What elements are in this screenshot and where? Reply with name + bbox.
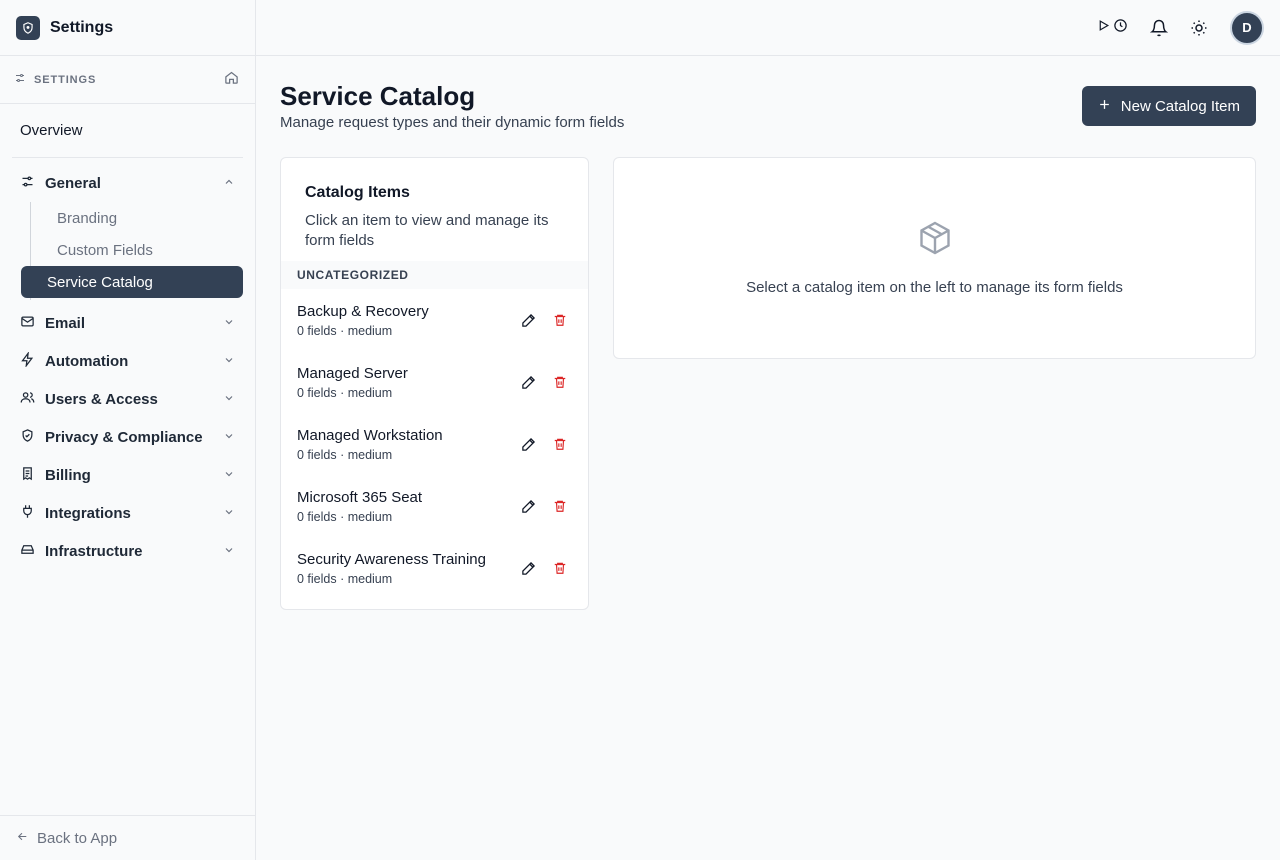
user-avatar[interactable]: D bbox=[1230, 10, 1264, 45]
arrow-left-icon bbox=[16, 830, 29, 847]
sliders-icon bbox=[20, 174, 35, 193]
panels: Catalog Items Click an item to view and … bbox=[280, 157, 1256, 610]
chevron-down-icon bbox=[223, 543, 235, 560]
pencil-icon[interactable] bbox=[520, 374, 536, 390]
catalog-items-card: Catalog Items Click an item to view and … bbox=[280, 157, 589, 610]
chevron-down-icon bbox=[223, 429, 235, 446]
page-title: Service Catalog bbox=[280, 81, 476, 111]
new-catalog-item-button[interactable]: New Catalog Item bbox=[1081, 86, 1256, 126]
clock-icon bbox=[1113, 18, 1128, 38]
nav-group-users-access[interactable]: Users & Access bbox=[12, 380, 243, 418]
item-meta: 0 fields · medium bbox=[297, 323, 393, 338]
plug-icon bbox=[20, 504, 35, 523]
chevron-down-icon bbox=[223, 353, 235, 370]
play-icon bbox=[1097, 19, 1110, 37]
hard-drive-icon bbox=[20, 542, 35, 561]
item-meta: 0 fields · medium bbox=[297, 509, 393, 524]
item-name: Managed Workstation bbox=[297, 426, 443, 444]
sun-icon[interactable] bbox=[1190, 19, 1208, 37]
plus-icon bbox=[1098, 98, 1111, 115]
nav-group-email[interactable]: Email bbox=[12, 304, 243, 342]
trash-icon[interactable] bbox=[552, 374, 568, 390]
card-header: Catalog Items Click an item to view and … bbox=[281, 158, 588, 261]
item-name: Managed Server bbox=[297, 364, 408, 382]
pencil-icon[interactable] bbox=[520, 436, 536, 452]
pencil-icon[interactable] bbox=[520, 560, 536, 576]
card-description: Click an item to view and manage its for… bbox=[305, 212, 549, 249]
chevron-down-icon bbox=[223, 467, 235, 484]
settings-section-header: SETTINGS bbox=[0, 56, 255, 104]
trash-icon[interactable] bbox=[552, 436, 568, 452]
trash-icon[interactable] bbox=[552, 498, 568, 514]
package-icon bbox=[917, 220, 953, 261]
nav-group-integrations[interactable]: Integrations bbox=[12, 494, 243, 532]
sliders-icon bbox=[14, 71, 26, 89]
pencil-icon[interactable] bbox=[520, 498, 536, 514]
page-content: Service Catalog Manage request types and… bbox=[256, 56, 1280, 636]
catalog-item[interactable]: Managed Server 0 fields · medium bbox=[281, 351, 588, 413]
nav-group-label: Infrastructure bbox=[45, 542, 143, 560]
catalog-item[interactable]: Security Awareness Training 0 fields · m… bbox=[281, 537, 588, 599]
brand-title: Settings bbox=[50, 18, 114, 36]
item-meta: 0 fields · medium bbox=[297, 571, 393, 586]
brand-header: Settings bbox=[0, 0, 255, 56]
home-icon[interactable] bbox=[224, 70, 239, 90]
nav-overview[interactable]: Overview bbox=[12, 104, 243, 158]
empty-state-text: Select a catalog item on the left to man… bbox=[746, 279, 1123, 296]
chevron-down-icon bbox=[223, 315, 235, 332]
nav-group-automation[interactable]: Automation bbox=[12, 342, 243, 380]
nav-item-custom-fields[interactable]: Custom Fields bbox=[31, 234, 243, 266]
button-label: New Catalog Item bbox=[1120, 97, 1240, 115]
item-name: Security Awareness Training bbox=[297, 550, 486, 568]
catalog-item[interactable]: Microsoft 365 Seat 0 fields · medium bbox=[281, 475, 588, 537]
general-subitems: Branding Custom Fields Service Catalog bbox=[21, 202, 243, 300]
play-timer-button[interactable] bbox=[1097, 18, 1128, 38]
chevron-up-icon bbox=[223, 175, 235, 192]
back-label: Back to App bbox=[37, 829, 118, 847]
shield-logo-icon bbox=[16, 15, 40, 40]
nav-group-label: Privacy & Compliance bbox=[45, 428, 203, 446]
main-area: D Service Catalog Manage request types a… bbox=[256, 0, 1280, 860]
page-subtitle: Manage request types and their dynamic f… bbox=[280, 114, 625, 131]
item-detail-card: Select a catalog item on the left to man… bbox=[613, 157, 1256, 359]
item-name: Backup & Recovery bbox=[297, 302, 429, 320]
bell-icon[interactable] bbox=[1150, 19, 1168, 37]
catalog-item[interactable]: Managed Workstation 0 fields · medium bbox=[281, 413, 588, 475]
receipt-icon bbox=[20, 466, 35, 485]
back-to-app-link[interactable]: Back to App bbox=[0, 815, 255, 860]
nav-item-service-catalog[interactable]: Service Catalog bbox=[21, 266, 243, 298]
chevron-down-icon bbox=[223, 391, 235, 408]
mail-icon bbox=[20, 314, 35, 333]
item-meta: 0 fields · medium bbox=[297, 385, 393, 400]
section-label: SETTINGS bbox=[34, 73, 97, 86]
nav-group-label: Users & Access bbox=[45, 390, 158, 408]
settings-nav: Overview General Branding Custom Fields … bbox=[0, 104, 255, 815]
shield-check-icon bbox=[20, 428, 35, 447]
item-meta: 0 fields · medium bbox=[297, 447, 393, 462]
catalog-item[interactable]: Backup & Recovery 0 fields · medium bbox=[281, 289, 588, 351]
category-label: UNCATEGORIZED bbox=[281, 261, 588, 289]
nav-group-label: Automation bbox=[45, 352, 129, 370]
page-header: Service Catalog Manage request types and… bbox=[280, 82, 1256, 131]
nav-group-label: Email bbox=[45, 314, 86, 332]
users-icon bbox=[20, 390, 35, 409]
topbar: D bbox=[256, 0, 1280, 56]
nav-group-label: Billing bbox=[45, 466, 91, 484]
nav-group-general[interactable]: General bbox=[12, 164, 243, 202]
nav-group-billing[interactable]: Billing bbox=[12, 456, 243, 494]
nav-group-label: Integrations bbox=[45, 504, 131, 522]
trash-icon[interactable] bbox=[552, 312, 568, 328]
nav-group-privacy-compliance[interactable]: Privacy & Compliance bbox=[12, 418, 243, 456]
nav-group-label: General bbox=[45, 174, 101, 192]
zap-icon bbox=[20, 350, 35, 371]
trash-icon[interactable] bbox=[552, 560, 568, 576]
pencil-icon[interactable] bbox=[520, 312, 536, 328]
nav-group-infrastructure[interactable]: Infrastructure bbox=[12, 532, 243, 570]
sidebar: Settings SETTINGS Overview General Brand… bbox=[0, 0, 256, 860]
item-name: Microsoft 365 Seat bbox=[297, 488, 423, 506]
chevron-down-icon bbox=[223, 505, 235, 522]
nav-item-branding[interactable]: Branding bbox=[31, 202, 243, 234]
card-title: Catalog Items bbox=[305, 184, 410, 201]
